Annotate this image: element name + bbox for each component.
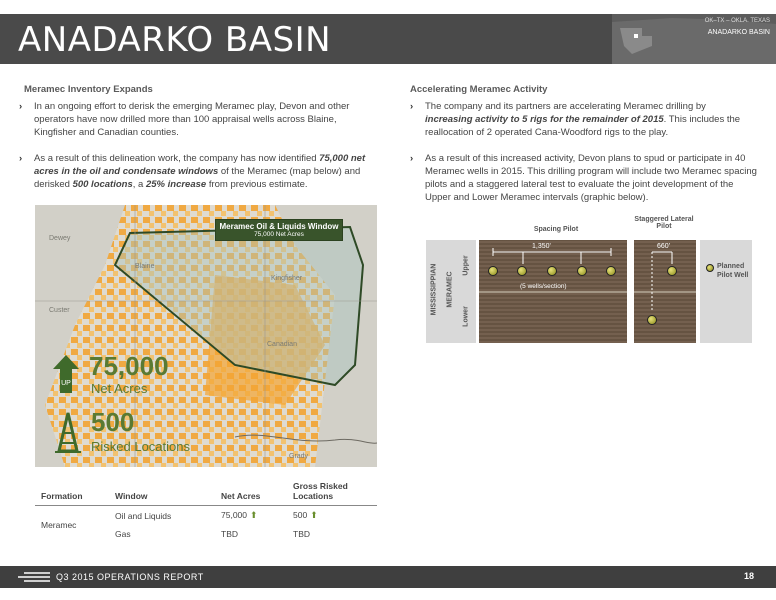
text-run: The company and its partners are acceler… xyxy=(425,101,706,112)
inset-map: OK–TX – OKLA. TEXAS ANADARKO BASIN xyxy=(612,14,776,64)
formation-label: MERAMEC xyxy=(446,271,454,308)
left-bullet-2: › As a result of this delineation work, … xyxy=(19,152,379,191)
upper-label: Upper xyxy=(462,255,470,276)
legend-well-icon xyxy=(706,264,714,272)
page-title: ANADARKO BASIN xyxy=(18,20,332,60)
pilot-well-marker xyxy=(517,266,527,276)
pilot-well-marker xyxy=(577,266,587,276)
stat-locations-label: Risked Locations xyxy=(91,439,190,454)
page-header: ANADARKO BASIN OK–TX – OKLA. TEXAS ANADA… xyxy=(0,14,776,64)
county-label: Grady xyxy=(289,453,309,460)
text-run: from previous estimate. xyxy=(206,179,308,190)
gross-value: 500 xyxy=(293,510,308,520)
left-heading: Meramec Inventory Expands xyxy=(24,84,153,95)
net-acres-cell: TBD xyxy=(221,529,238,539)
inset-state-label: OK–TX – OKLA. TEXAS xyxy=(704,18,770,24)
page-number: 18 xyxy=(743,571,754,581)
devon-logo-icon xyxy=(18,572,50,582)
left-bullet-1: › In an ongoing effort to derisk the eme… xyxy=(19,100,374,139)
window-cell: Gas xyxy=(115,529,131,539)
pilot-well-marker xyxy=(547,266,557,276)
text-run: As a result of this increased activity, … xyxy=(425,153,757,203)
callout-title: Meramec Oil & Liquids Window xyxy=(219,222,339,231)
chevron-right-icon: › xyxy=(410,101,414,112)
pilot-well-marker xyxy=(488,266,498,276)
county-label: Custer xyxy=(49,307,70,314)
system-label: MISSISSIPPIAN xyxy=(430,263,438,316)
callout-subtitle: 75,000 Net Acres xyxy=(254,231,304,238)
diagram-legend: Planned Pilot Well xyxy=(700,240,752,343)
footer-report-title: Q3 2015 OPERATIONS REPORT xyxy=(56,572,204,582)
chevron-right-icon: › xyxy=(19,153,23,164)
right-bullet-1: › The company and its partners are accel… xyxy=(410,100,755,139)
county-label: Canadian xyxy=(267,341,297,348)
left-bullet-1-text: In an ongoing effort to derisk the emerg… xyxy=(34,101,350,138)
pilot-well-marker xyxy=(606,266,616,276)
staggered-pilot-label: Staggered Lateral Pilot xyxy=(634,216,694,230)
gross-cell: 500 ⬆ xyxy=(287,506,377,526)
county-label: Kingfisher xyxy=(271,275,303,282)
net-acres-value: 75,000 xyxy=(221,510,247,520)
acreage-map: Meramec Oil & Liquids Window 75,000 Net … xyxy=(35,205,377,467)
up-arrow-icon: UP xyxy=(53,355,79,393)
gross-cell: TBD xyxy=(293,529,310,539)
page-footer: Q3 2015 OPERATIONS REPORT 18 xyxy=(0,566,776,588)
text-run: , a xyxy=(132,179,146,190)
emphasis-run: 500 locations xyxy=(72,179,133,190)
acreage-map-graphic xyxy=(35,205,377,467)
inset-basin-label: ANADARKO BASIN xyxy=(707,29,770,36)
spacing-pilot-overlay xyxy=(479,248,627,293)
staggered-dimension: 660' xyxy=(657,243,671,250)
col-header-net-acres: Net Acres xyxy=(215,477,287,506)
up-arrow-label: UP xyxy=(61,380,71,387)
pilot-well-marker xyxy=(647,315,657,325)
chevron-right-icon: › xyxy=(410,153,414,164)
legend-label: Planned Pilot Well xyxy=(717,263,749,279)
spacing-dimension: 1,350' xyxy=(532,243,551,250)
stat-net-acres-label: Net Acres xyxy=(91,381,148,396)
spacing-note: (5 wells/section) xyxy=(520,283,567,290)
meramec-window-callout: Meramec Oil & Liquids Window 75,000 Net … xyxy=(215,219,343,241)
lower-label: Lower xyxy=(462,306,470,327)
formation-table: Formation Window Net Acres Gross Risked … xyxy=(35,477,377,543)
stat-locations-value: 500 xyxy=(91,407,135,437)
formation-cell: Meramec xyxy=(41,519,77,530)
table-header-row: Formation Window Net Acres Gross Risked … xyxy=(35,477,377,506)
up-arrow-icon: ⬆ xyxy=(250,510,258,520)
emphasis-run: increasing activity to 5 rigs for the re… xyxy=(425,114,664,125)
window-cell: Oil and Liquids xyxy=(115,510,172,521)
pilot-well-marker xyxy=(667,266,677,276)
basin-marker xyxy=(634,34,638,38)
staggered-pilot-overlay xyxy=(634,251,696,312)
county-label: Dewey xyxy=(49,235,71,242)
col-header-formation: Formation xyxy=(35,477,109,506)
table-row: Meramec Oil and Liquids 75,000 ⬆ 500 ⬆ xyxy=(35,506,377,530)
spacing-pilot-label: Spacing Pilot xyxy=(533,226,579,233)
oil-rig-icon xyxy=(55,412,81,453)
text-run: As a result of this delineation work, th… xyxy=(34,153,320,164)
right-bullet-2: › As a result of this increased activity… xyxy=(410,152,760,204)
net-acres-cell: 75,000 ⬆ xyxy=(215,506,287,526)
col-header-gross-locations: Gross Risked Locations xyxy=(287,477,377,506)
right-heading: Accelerating Meramec Activity xyxy=(410,84,548,95)
chevron-right-icon: › xyxy=(19,101,23,112)
col-header-window: Window xyxy=(109,477,215,506)
county-label: Blaine xyxy=(135,263,155,270)
up-arrow-icon: ⬆ xyxy=(310,510,318,520)
stat-net-acres-value: 75,000 xyxy=(89,351,169,381)
emphasis-run: 25% increase xyxy=(145,179,207,190)
